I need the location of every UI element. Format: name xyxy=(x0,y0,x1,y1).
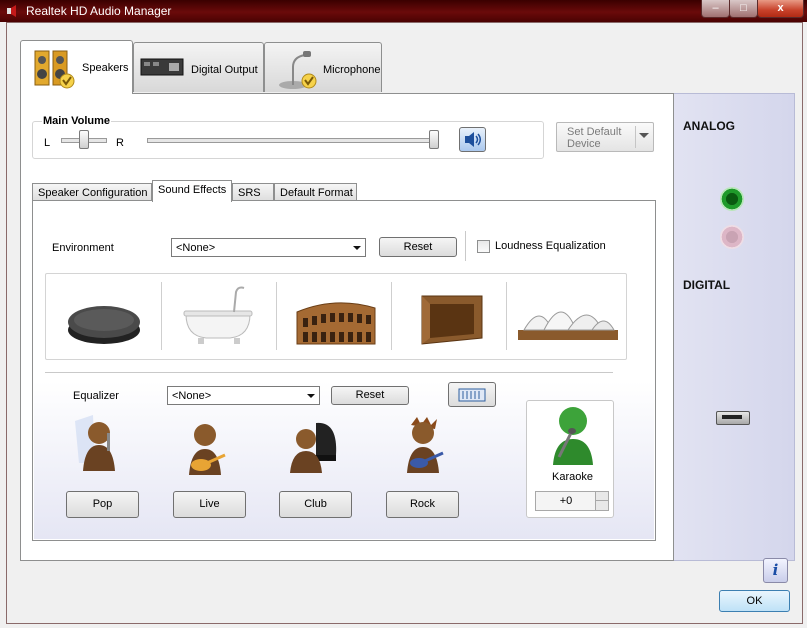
spinner-up-arrow-icon[interactable] xyxy=(595,492,608,501)
tab-digital-output[interactable]: Digital Output xyxy=(133,42,264,92)
subtab-srs-label: SRS xyxy=(238,187,261,199)
environment-opera-house[interactable] xyxy=(510,278,622,354)
karaoke-pitch-value: +0 xyxy=(559,495,573,507)
graphic-equalizer-button[interactable] xyxy=(448,382,496,407)
speaker-volume-icon xyxy=(465,132,481,147)
sound-effects-panel: Environment <None> Reset Loudness Equali… xyxy=(32,200,656,541)
microphone-icon xyxy=(279,51,317,89)
opera-house-icon xyxy=(518,311,618,340)
environment-reset-button[interactable]: Reset xyxy=(379,237,457,257)
karaoke-label: Karaoke xyxy=(552,471,593,483)
environment-stone-disc[interactable] xyxy=(48,278,160,354)
pop-singer-icon xyxy=(71,413,125,475)
karaoke-group: Karaoke +0 xyxy=(526,400,614,518)
set-default-label-line1: Set Default xyxy=(567,126,622,138)
environment-bathroom[interactable] xyxy=(164,278,276,354)
tab-microphone-label: Microphone xyxy=(323,64,381,76)
loudness-equalization-checkbox[interactable] xyxy=(477,240,490,253)
eq-preset-pop-button[interactable]: Pop xyxy=(66,491,139,518)
equalizer-select-value: <None> xyxy=(172,390,212,402)
digital-output-icon xyxy=(140,58,184,76)
subtab-sound-effects[interactable]: Sound Effects xyxy=(152,180,232,202)
connector-panel: ANALOG DIGITAL xyxy=(671,93,795,561)
equalizer-grid-icon xyxy=(458,388,486,402)
digital-label: DIGITAL xyxy=(683,278,731,292)
speakers-icon xyxy=(34,50,75,89)
balance-slider-thumb[interactable] xyxy=(79,130,89,149)
tab-digital-output-label: Digital Output xyxy=(191,64,258,76)
club-pianist-icon xyxy=(286,415,340,477)
spinner-down-arrow-icon[interactable] xyxy=(595,501,608,510)
balance-right-label: R xyxy=(116,137,124,149)
ok-button[interactable]: OK xyxy=(719,590,790,612)
window-client-area: Speakers Digital Output Microphone Main xyxy=(6,22,803,624)
mute-button[interactable] xyxy=(459,127,486,152)
volume-slider-track[interactable] xyxy=(147,138,439,143)
maximize-button[interactable]: □ xyxy=(729,0,758,18)
chevron-down-icon[interactable] xyxy=(639,133,649,138)
rock-guitarist-icon xyxy=(397,415,451,477)
equalizer-reset-button[interactable]: Reset xyxy=(331,386,409,405)
eq-preset-live-button[interactable]: Live xyxy=(173,491,246,518)
subtab-sound-effects-label: Sound Effects xyxy=(158,184,227,196)
divider xyxy=(465,231,466,261)
environment-colosseum[interactable] xyxy=(279,278,391,354)
eq-preset-rock-button[interactable]: Rock xyxy=(386,491,459,518)
speakers-panel: Main Volume L R Set Default Device Speak… xyxy=(20,93,674,561)
chevron-down-icon xyxy=(353,246,361,250)
environment-gallery xyxy=(45,273,627,360)
hdmi-port-icon[interactable] xyxy=(716,411,750,425)
colosseum-icon xyxy=(296,302,376,345)
environment-select-value: <None> xyxy=(176,242,216,254)
environment-select[interactable]: <None> xyxy=(171,238,366,257)
set-default-divider xyxy=(635,126,636,148)
chevron-down-icon xyxy=(307,394,315,398)
tab-microphone[interactable]: Microphone xyxy=(264,42,382,92)
tab-speakers[interactable]: Speakers xyxy=(20,40,133,94)
room-icon xyxy=(421,295,483,345)
volume-slider-thumb[interactable] xyxy=(429,130,439,149)
gallery-divider xyxy=(391,282,392,350)
set-default-device-button[interactable]: Set Default Device xyxy=(556,122,654,152)
subtab-default-format-label: Default Format xyxy=(280,187,353,199)
equalizer-select[interactable]: <None> xyxy=(167,386,320,405)
speaker-app-icon xyxy=(7,5,16,17)
environment-room[interactable] xyxy=(394,278,506,354)
equalizer-label: Equalizer xyxy=(73,390,119,402)
information-button[interactable]: i xyxy=(763,558,788,583)
green-jack-icon[interactable] xyxy=(720,187,744,211)
window-title: Realtek HD Audio Manager xyxy=(26,4,172,18)
live-guitarist-icon xyxy=(179,419,233,481)
audio-manager-window: Realtek HD Audio Manager – □ x Speakers xyxy=(0,0,807,628)
bathtub-icon xyxy=(183,286,253,344)
gallery-divider xyxy=(506,282,507,350)
balance-left-label: L xyxy=(44,137,51,149)
pink-jack-icon[interactable] xyxy=(720,225,744,249)
main-volume-title: Main Volume xyxy=(42,115,112,127)
stone-disc-icon xyxy=(68,306,140,344)
analog-label: ANALOG xyxy=(683,119,735,133)
set-default-label-line2: Device xyxy=(567,138,601,150)
subtab-speaker-configuration-label: Speaker Configuration xyxy=(38,187,148,199)
gallery-divider xyxy=(161,282,162,350)
loudness-equalization-label: Loudness Equalization xyxy=(495,240,606,252)
minimize-button[interactable]: – xyxy=(701,0,730,18)
environment-label: Environment xyxy=(52,242,114,254)
eq-preset-club-button[interactable]: Club xyxy=(279,491,352,518)
karaoke-pitch-spinner[interactable]: +0 xyxy=(535,491,609,511)
close-button[interactable]: x xyxy=(757,0,804,18)
title-bar[interactable]: Realtek HD Audio Manager – □ x xyxy=(0,0,807,22)
karaoke-singer-icon[interactable] xyxy=(545,403,595,467)
section-divider xyxy=(45,372,613,373)
gallery-divider xyxy=(276,282,277,350)
tab-speakers-label: Speakers xyxy=(82,62,129,74)
